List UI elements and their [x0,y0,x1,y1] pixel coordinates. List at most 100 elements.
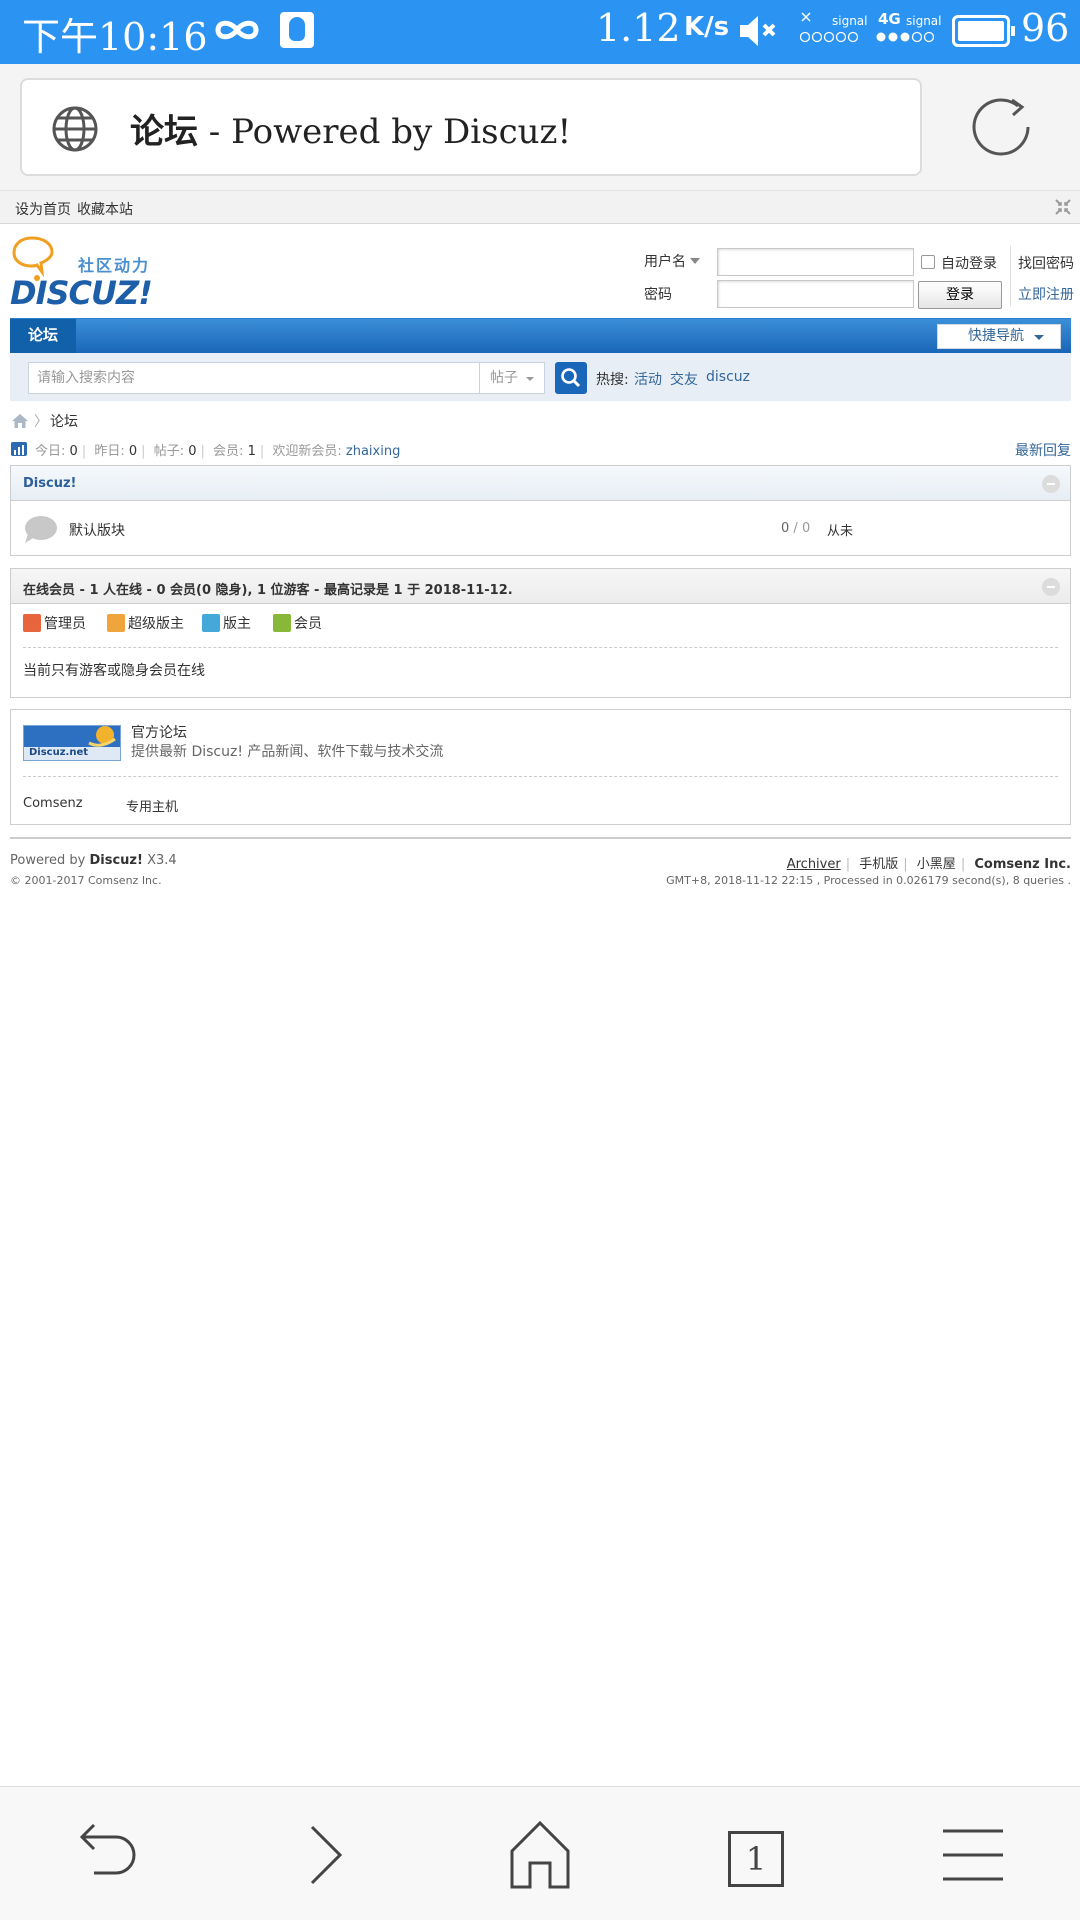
back-icon[interactable] [68,1815,148,1895]
login-button[interactable]: 登录 [918,281,1002,309]
super-moderator-role-icon [107,614,125,632]
divider [23,776,1058,777]
dedicated-host-link[interactable]: 专用主机 [126,796,178,815]
comsenz-link[interactable]: Comsenz [23,796,83,811]
main-nav: 论坛 快捷导航 [10,318,1071,354]
browser-bottom-bar: 1 [0,1786,1080,1920]
search-bar: 请输入搜索内容 帖子 热搜: 活动 交友 discuz [10,353,1071,401]
forum-last-post: 从未 [827,524,854,539]
page-title: 论坛 - Powered by Discuz! [130,112,572,152]
nav-tab-forum[interactable]: 论坛 [10,319,76,354]
logo-cn-text: 社区动力 [78,256,151,275]
collapse-topbar-icon[interactable] [1054,198,1072,216]
status-time: 下午10:16 [22,15,208,59]
role-label: 管理员 [44,616,86,632]
stats-chart-icon [11,442,27,456]
register-link[interactable]: 立即注册 [1018,284,1074,304]
breadcrumb-separator: 〉 [34,414,48,430]
newest-member-link[interactable]: zhaixing [346,444,400,459]
username-input[interactable] [717,248,914,276]
mute-icon [740,16,776,46]
home-nav-icon[interactable] [500,1815,580,1895]
archiver-link[interactable]: Archiver [787,857,841,872]
online-note: 当前只有游客或隐身会员在线 [23,663,205,679]
official-forum-desc: 提供最新 Discuz! 产品新闻、软件下载与技术交流 [131,744,444,760]
forum-name[interactable]: 默认版块 [69,520,125,540]
online-members-header: 在线会员 - 1 人在线 - 0 会员(0 隐身), 1 位游客 - 最高记录是… [11,569,1070,604]
globe-icon [52,106,98,152]
hot-search-item[interactable]: discuz [706,369,750,385]
search-type-select[interactable]: 帖子 [480,362,545,394]
set-homepage-link[interactable]: 设为首页 [15,199,71,219]
auto-login-checkbox[interactable] [921,255,935,269]
forward-icon[interactable] [286,1815,366,1895]
stat-today: 0 [69,444,78,459]
copyright: © 2001-2017 Comsenz Inc. [10,874,162,887]
divider [23,647,1058,648]
url-box[interactable]: 论坛 - Powered by Discuz! [20,78,922,176]
footer-divider [10,837,1071,839]
discuz-net-logo[interactable]: Discuz.net [23,725,121,761]
footer-links: Archiver | 手机版 | 小黑屋 | Comsenz Inc. [786,857,1071,872]
forum-group-title[interactable]: Discuz! [23,476,76,491]
discuz-logo[interactable]: 社区动力 DISCUZ! [10,236,160,312]
password-label: 密码 [644,287,672,303]
mobile-version-link[interactable]: 手机版 [859,857,898,872]
username-label: 用户名 [644,254,686,270]
friend-links-box: Discuz.net 官方论坛 提供最新 Discuz! 产品新闻、软件下载与技… [10,709,1071,825]
discuz-net-logo-text: Discuz.net [29,747,89,758]
collapse-icon[interactable] [1042,578,1060,596]
home-icon[interactable] [11,413,29,429]
tab-count-button[interactable]: 1 [728,1831,784,1887]
logo-en-text: DISCUZ! [10,274,153,312]
official-forum-link[interactable]: 官方论坛 [131,722,187,742]
search-input[interactable]: 请输入搜索内容 [28,362,480,394]
find-password-link[interactable]: 找回密码 [1018,253,1074,273]
signal-label-1: signal [832,14,868,28]
browser-address-bar: 论坛 - Powered by Discuz! [0,64,1080,190]
infinity-icon [215,20,259,40]
breadcrumb-current: 论坛 [50,414,78,430]
network-speed-unit: K/s [684,12,730,42]
collapse-icon[interactable] [1042,475,1060,493]
online-members-title[interactable]: 在线会员 - 1 人在线 - 0 会员(0 隐身), 1 位游客 - 最高记录是… [23,579,513,598]
battery-icon [952,15,1015,47]
online-members-box: 在线会员 - 1 人在线 - 0 会员(0 隐身), 1 位游客 - 最高记录是… [10,568,1071,698]
powered-by: Powered by Discuz! X3.4 [10,853,177,868]
stat-members: 1 [247,444,256,459]
forum-stats: 今日: 0 | 昨日: 0 | 帖子: 0 | 会员: 1 | 欢迎新会员: zhaix… [35,444,401,459]
header-divider [1010,246,1011,306]
blackroom-link[interactable]: 小黑屋 [917,857,956,872]
role-label: 版主 [223,616,251,632]
site-topbar: 设为首页 收藏本站 [0,190,1080,224]
forum-thread-post-count: 0 / 0 [781,521,811,536]
network-speed: 1.12 [596,6,681,50]
auto-login-label: 自动登录 [941,256,997,272]
password-input[interactable] [717,280,914,308]
reload-icon[interactable] [968,94,1034,160]
signal-label-2: signal [906,14,942,28]
search-button[interactable] [555,362,587,394]
username-dropdown-icon[interactable] [690,258,700,264]
quick-nav-dropdown[interactable]: 快捷导航 [937,324,1061,349]
discuz-link[interactable]: Discuz! [89,853,142,868]
latest-replies-link[interactable]: 最新回复 [1015,440,1071,460]
menu-icon[interactable] [933,1815,1013,1895]
status-bar: 下午10:16 1.12 K/s signal 4G signal 96 [0,0,1080,64]
comsenz-inc-link[interactable]: Comsenz Inc. [974,857,1071,872]
role-label: 会员 [294,616,322,632]
moderator-role-icon [202,614,220,632]
bookmark-link[interactable]: 收藏本站 [77,199,133,219]
processed-info: GMT+8, 2018-11-12 22:15 , Processed in 0… [666,874,1071,887]
stat-yesterday: 0 [128,444,138,459]
hot-search-item[interactable]: 交友 [670,369,698,389]
forum-group-box: Discuz! 默认版块 0 / 0 从未 [10,465,1071,556]
stat-posts: 0 [188,444,197,459]
forum-bubble-icon [25,516,57,543]
hot-search-label: 热搜: [596,372,629,388]
hot-search-item[interactable]: 活动 [634,369,662,389]
battery-level: 96 [1021,6,1070,50]
search-icon [561,368,581,388]
member-role-icon [273,614,291,632]
forum-group-header: Discuz! [11,466,1070,501]
